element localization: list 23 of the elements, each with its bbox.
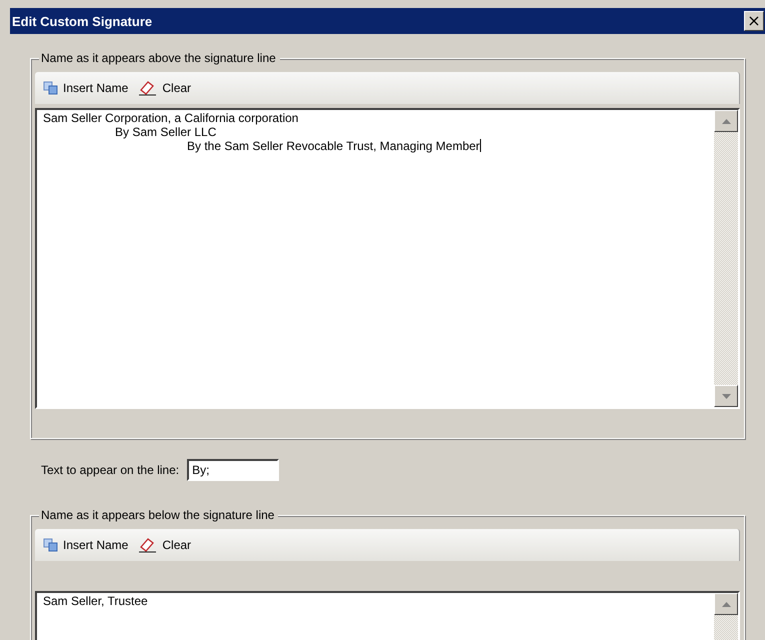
copy-icon bbox=[43, 81, 59, 95]
text-cursor bbox=[480, 139, 481, 152]
group-legend: Name as it appears below the signature line bbox=[39, 508, 278, 522]
window-title: Edit Custom Signature bbox=[12, 14, 152, 28]
line-text-field[interactable]: By; bbox=[187, 459, 280, 481]
eraser-icon bbox=[138, 537, 158, 553]
up-arrow-icon bbox=[722, 602, 730, 606]
copy-icon bbox=[43, 538, 59, 552]
insert-name-button[interactable]: Insert Name bbox=[43, 81, 128, 95]
group-legend: Name as it appears above the signature line bbox=[39, 51, 280, 65]
up-arrow-icon bbox=[722, 118, 730, 124]
line-text-label: Text to appear on the line: bbox=[41, 463, 180, 477]
scroll-up-button[interactable] bbox=[714, 110, 738, 132]
scrollbar[interactable] bbox=[714, 593, 738, 640]
close-button[interactable]: × bbox=[744, 11, 764, 31]
scroll-up-button[interactable] bbox=[714, 593, 738, 615]
scroll-down-button[interactable] bbox=[714, 385, 738, 407]
clear-button[interactable]: Clear bbox=[138, 80, 192, 96]
eraser-icon bbox=[138, 80, 158, 96]
insert-name-button[interactable]: Insert Name bbox=[43, 538, 128, 552]
down-arrow-icon bbox=[722, 394, 730, 398]
scrollbar[interactable] bbox=[714, 110, 738, 407]
clear-button[interactable]: Clear bbox=[138, 537, 192, 553]
